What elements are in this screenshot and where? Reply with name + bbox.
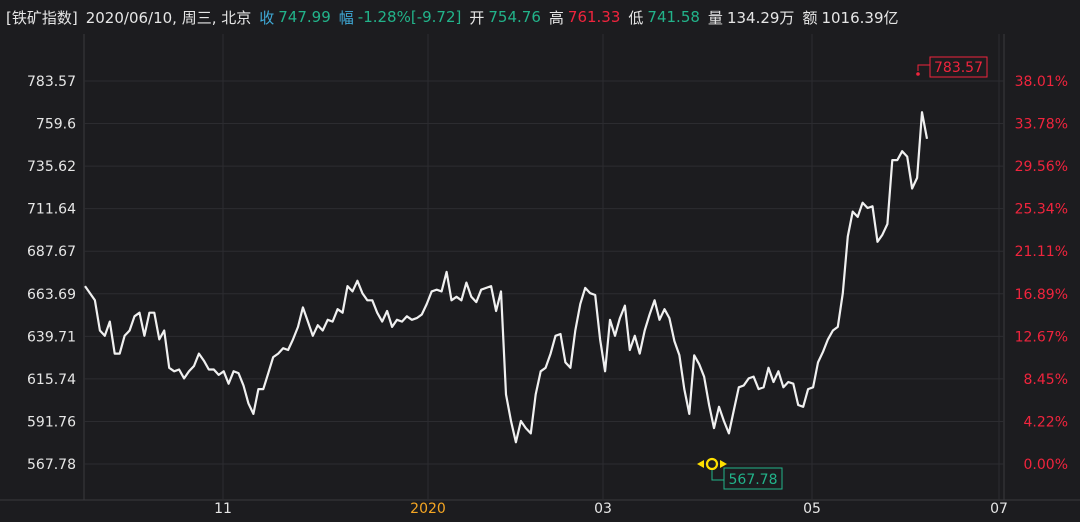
left-tick-label: 591.76 [27,414,76,430]
right-tick-label: 0.00% [1024,457,1068,473]
right-tick-label: 21.11% [1015,244,1068,260]
min-label: 567.78 [729,472,778,488]
right-tick-label: 38.01% [1015,74,1068,90]
left-tick-label: 735.62 [27,159,76,175]
x-tick-label: 07 [990,501,1008,517]
min-left-arrow-icon [697,460,704,468]
high-label: 高 [548,8,564,27]
left-tick-label: 615.74 [27,372,76,388]
max-point-dot [916,72,920,76]
right-percent-axis: 38.01% 33.78% 29.56% 25.34% 21.11% 16.89% 12.6… [1015,74,1068,473]
right-tick-label: 33.78% [1015,117,1068,133]
right-tick-label: 8.45% [1024,372,1068,388]
amount-value: 1016.39亿 [821,8,899,27]
quote-date: 2020/06/10, 周三, 北京 [85,8,252,27]
price-chart[interactable]: 783.57 759.6 735.62 711.64 687.67 663.69 639.7… [0,34,1080,522]
change-label: 幅 [338,8,354,27]
left-tick-label: 759.6 [36,117,76,133]
grid [0,34,1080,501]
right-tick-label: 4.22% [1024,414,1068,430]
max-price-marker: 783.57 [916,56,988,78]
left-tick-label: 567.78 [27,457,76,473]
change-percent: -1.28% [357,8,411,26]
volume-value: 134.29万 [726,8,795,27]
index-name[interactable]: [铁矿指数] [6,7,78,28]
open-label: 开 [469,8,485,27]
left-tick-label: 711.64 [27,202,76,218]
volume-label: 量 [707,8,723,27]
low-value: 741.58 [647,8,700,26]
left-tick-label: 783.57 [27,74,76,90]
time-axis: 11 2020 03 05 07 [214,501,1008,517]
right-tick-label: 25.34% [1015,202,1068,218]
x-tick-label: 05 [803,501,821,517]
close-value: 747.99 [278,8,331,26]
left-tick-label: 639.71 [27,329,76,345]
right-tick-label: 29.56% [1015,159,1068,175]
max-label: 783.57 [934,60,983,76]
high-value: 761.33 [567,8,621,26]
low-label: 低 [628,8,644,27]
left-tick-label: 663.69 [27,287,76,303]
price-line [84,111,929,444]
x-tick-label: 2020 [410,501,446,517]
min-leader-line [711,470,724,481]
x-tick-label: 03 [594,501,612,517]
right-tick-label: 16.89% [1015,287,1068,303]
x-tick-label: 11 [214,501,232,517]
left-tick-label: 687.67 [27,244,76,260]
change-absolute: [-9.72] [410,8,462,26]
close-label: 收 [259,8,275,27]
amount-label: 额 [802,8,818,27]
open-value: 754.76 [488,8,541,26]
quote-header: [铁矿指数] 2020/06/10, 周三, 北京 收 747.99 幅 -1.… [0,0,1080,34]
right-tick-label: 12.67% [1015,329,1068,345]
left-price-axis: 783.57 759.6 735.62 711.64 687.67 663.69 639.7… [27,74,76,473]
min-right-arrow-icon [720,460,727,468]
